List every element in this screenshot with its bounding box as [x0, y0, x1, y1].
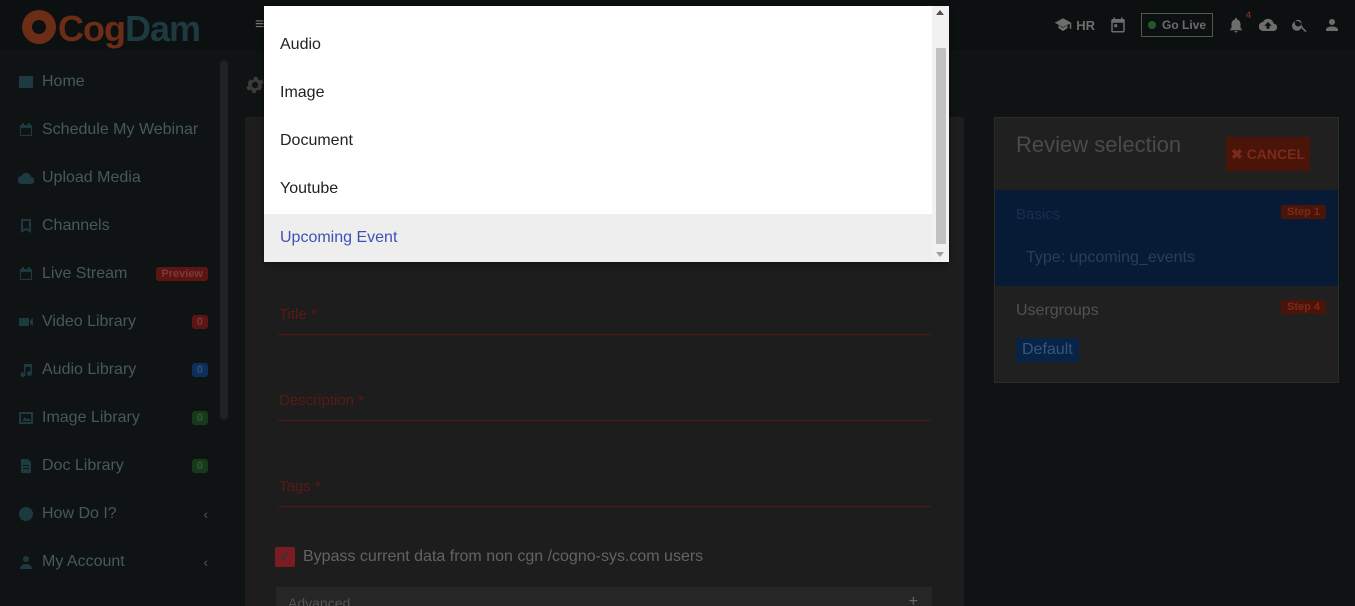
usergroups-label: Usergroups — [1016, 302, 1099, 319]
user-icon[interactable] — [1323, 16, 1341, 34]
sidebar-item-label: Channels — [42, 217, 110, 234]
review-selection-panel: Review selection ✖ CANCEL Basics Step 1 … — [994, 117, 1339, 383]
calendar-icon — [18, 266, 34, 282]
count-badge: 0 — [191, 411, 208, 425]
dropdown-option-upcoming-event[interactable]: Upcoming Event — [264, 214, 932, 262]
basics-label: Basics — [1016, 206, 1061, 223]
sidebar-item-image-library[interactable]: Image Library 0 — [0, 394, 220, 442]
sidebar-item-doc-library[interactable]: Doc Library 0 — [0, 442, 220, 490]
description-field-label: Description * — [279, 392, 365, 409]
sidebar-item-video-library[interactable]: Video Library 0 — [0, 298, 220, 346]
sidebar-item-audio-library[interactable]: Audio Library 0 — [0, 346, 220, 394]
sidebar-item-my-account[interactable]: My Account ‹ — [0, 538, 220, 586]
title-field-label: Title * — [279, 306, 317, 323]
live-indicator-icon — [1147, 21, 1156, 29]
music-icon — [18, 362, 34, 378]
dropdown-scroll-thumb[interactable] — [936, 48, 946, 244]
sidebar-item-live-stream[interactable]: Live Stream Preview — [0, 250, 220, 298]
video-icon — [18, 314, 34, 330]
media-type-dropdown[interactable]: Audio Image Document Youtube Upcoming Ev… — [264, 6, 949, 262]
bypass-checkbox[interactable]: ✓ — [275, 547, 295, 567]
sidebar-item-label: Audio Library — [42, 361, 137, 378]
tags-field-label: Tags * — [279, 478, 321, 495]
sidebar-item-channels[interactable]: Channels — [0, 202, 220, 250]
header-actions: HR Go Live 4 — [1054, 10, 1341, 38]
document-icon — [18, 458, 34, 474]
sidebar-item-upload-media[interactable]: Upload Media — [0, 154, 220, 202]
go-live-label: Go Live — [1161, 18, 1206, 32]
step-badge: Step 1 — [1280, 205, 1326, 219]
sidebar-item-schedule-webinar[interactable]: Schedule My Webinar — [0, 106, 220, 154]
title-field[interactable]: Title * — [278, 295, 931, 335]
review-title: Review selection — [1016, 132, 1182, 157]
sidebar-item-label: Upload Media — [42, 169, 141, 186]
close-icon: ✖ — [1230, 145, 1243, 162]
logo-text: CogDam — [58, 8, 201, 49]
sidebar-item-label: How Do I? — [42, 505, 117, 522]
home-icon — [18, 74, 34, 90]
user-icon — [18, 554, 34, 570]
cancel-label: CANCEL — [1246, 146, 1306, 162]
sidebar-item-label: Video Library — [42, 313, 136, 330]
dropdown-option-youtube[interactable]: Youtube — [264, 165, 932, 213]
count-badge: 0 — [191, 315, 208, 329]
hr-label: HR — [1076, 17, 1095, 33]
review-step-usergroups[interactable]: Usergroups Step 4 Default — [995, 290, 1338, 382]
sidebar-item-label: Live Stream — [42, 265, 128, 282]
bypass-checkbox-row: ✓ Bypass current data from non cgn /cogn… — [275, 547, 703, 567]
dropdown-option-image[interactable]: Image — [264, 69, 932, 117]
dropdown-option-audio[interactable]: Audio — [264, 21, 932, 69]
calendar-icon — [18, 122, 34, 138]
logo-mark-icon — [22, 10, 56, 44]
cloud-upload-icon — [18, 170, 34, 186]
advanced-section-header[interactable]: Advanced + — [276, 587, 932, 606]
step-badge: Step 4 — [1280, 300, 1326, 314]
bell-icon[interactable]: 4 — [1227, 10, 1251, 34]
description-field[interactable]: Description * — [278, 381, 931, 421]
preview-badge: Preview — [156, 267, 208, 281]
logo[interactable]: CogDam — [18, 4, 208, 49]
sidebar-item-label: Doc Library — [42, 457, 124, 474]
hr-link[interactable]: HR — [1054, 16, 1095, 34]
count-badge: 0 — [191, 459, 208, 473]
dropdown-option-document[interactable]: Document — [264, 117, 932, 165]
bookmark-icon — [18, 218, 34, 234]
plus-icon: + — [908, 593, 918, 606]
advanced-label: Advanced — [288, 595, 351, 606]
sidebar-scrollbar[interactable] — [220, 60, 228, 420]
settings-gear-icon — [244, 74, 266, 96]
dropdown-scrollbar[interactable] — [932, 6, 949, 262]
count-badge: 0 — [191, 363, 208, 377]
go-live-button[interactable]: Go Live — [1140, 13, 1213, 37]
sidebar: Home Schedule My Webinar Upload Media Ch… — [0, 50, 230, 606]
scroll-up-arrow-icon[interactable] — [936, 10, 944, 15]
basics-type: Type: upcoming_events — [1026, 249, 1195, 266]
sidebar-item-home[interactable]: Home — [0, 58, 220, 106]
cloud-upload-icon[interactable] — [1259, 16, 1277, 34]
review-step-basics[interactable]: Basics Step 1 Type: upcoming_events — [995, 190, 1338, 286]
notification-count: 4 — [1245, 10, 1251, 20]
scroll-down-arrow-icon[interactable] — [936, 252, 944, 257]
help-icon — [18, 506, 34, 522]
image-icon — [18, 410, 34, 426]
bypass-checkbox-label: Bypass current data from non cgn /cogno-… — [303, 548, 704, 565]
sidebar-item-label: Home — [42, 73, 85, 90]
graduation-cap-icon — [1054, 16, 1072, 34]
usergroup-default-badge: Default — [1016, 338, 1079, 362]
sidebar-item-label: Schedule My Webinar — [42, 121, 199, 138]
sidebar-item-label: My Account — [42, 553, 125, 570]
cancel-button[interactable]: ✖ CANCEL — [1226, 137, 1310, 171]
sidebar-item-label: Image Library — [42, 409, 140, 426]
sidebar-item-how-do-i[interactable]: How Do I? ‹ — [0, 490, 220, 538]
chevron-left-icon: ‹ — [203, 506, 208, 522]
tags-field[interactable]: Tags * — [278, 467, 931, 507]
calendar-icon[interactable] — [1109, 16, 1127, 34]
chevron-left-icon: ‹ — [203, 554, 208, 570]
search-icon[interactable] — [1291, 16, 1309, 34]
